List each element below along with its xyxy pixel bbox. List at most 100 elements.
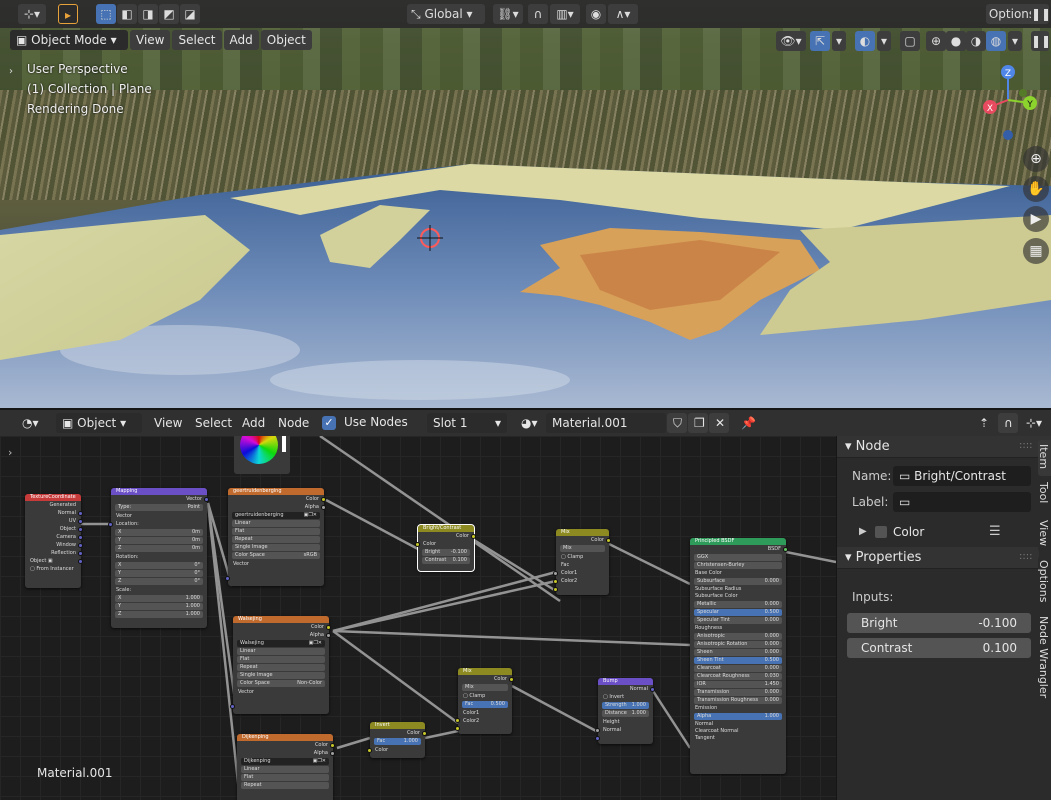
socket[interactable] bbox=[415, 542, 420, 547]
rotation-x[interactable]: X 0° bbox=[115, 562, 203, 569]
socket[interactable] bbox=[78, 527, 83, 532]
interpolation-dropdown[interactable]: Linear bbox=[237, 648, 325, 655]
properties-panel-header[interactable]: ▾ Properties bbox=[837, 547, 1039, 569]
fac-field[interactable]: Fac 1.000 bbox=[374, 738, 421, 745]
drag-handle-icon[interactable]: :::: bbox=[1019, 551, 1032, 562]
invert-checkbox[interactable]: ▢ Invert bbox=[598, 693, 653, 701]
source-dropdown[interactable]: Single Image bbox=[237, 672, 325, 679]
sidebar-toggle-icon[interactable]: ❚❚ bbox=[1031, 31, 1051, 51]
bsdf-input-row[interactable]: Clearcoat Roughness 0.030 bbox=[694, 673, 782, 680]
socket[interactable] bbox=[595, 736, 600, 741]
distance-field[interactable]: Distance 1.000 bbox=[602, 710, 649, 717]
material-shading-icon[interactable]: ◑ bbox=[966, 31, 986, 51]
mode-dropdown[interactable]: ▣ Object Mode ▾ bbox=[10, 30, 128, 50]
transform-pivot-icon[interactable]: ⊹▾ bbox=[18, 4, 46, 24]
strength-field[interactable]: Strength 1.000 bbox=[602, 702, 649, 709]
bsdf-input-row[interactable]: Base Color bbox=[690, 570, 786, 577]
bsdf-input-row[interactable]: Subsurface Radius bbox=[690, 586, 786, 593]
expand-icon[interactable]: ▶ bbox=[859, 526, 867, 537]
toolbar-expand-icon[interactable]: › bbox=[9, 66, 13, 77]
node-texture-coordinate[interactable]: TextureCoordinate Generated Normal UV Ob… bbox=[25, 494, 83, 588]
pause-icon[interactable]: ❚❚ bbox=[1031, 4, 1051, 24]
blend-type-dropdown[interactable]: Mix bbox=[462, 684, 508, 691]
overlays-dropdown-icon[interactable]: ▾ bbox=[877, 31, 891, 51]
bsdf-input-row[interactable]: Alpha 1.000 bbox=[694, 713, 782, 720]
wireframe-shading-icon[interactable]: ⊕ bbox=[926, 31, 946, 51]
bsdf-input-row[interactable]: Metallic 0.000 bbox=[694, 601, 782, 608]
bsdf-input-row[interactable]: Clearcoat Normal bbox=[690, 728, 786, 735]
pin-icon[interactable]: 📌 bbox=[735, 413, 756, 433]
bsdf-input-row[interactable]: Sheen 0.000 bbox=[694, 649, 782, 656]
node-mix-1[interactable]: Mix Color Mix ▢ Clamp Fac Color1 Color2 bbox=[553, 529, 611, 595]
zoom-icon[interactable]: ⊕ bbox=[1023, 146, 1049, 172]
visibility-icon[interactable]: 👁▾ bbox=[776, 31, 806, 51]
socket[interactable] bbox=[225, 576, 230, 581]
proportional-editing-icon[interactable]: ◉ bbox=[586, 4, 606, 24]
node-image-texture-1[interactable]: geertruidenberging Color Alpha geertruid… bbox=[225, 488, 326, 586]
use-nodes-checkbox[interactable]: ✓ bbox=[322, 416, 336, 430]
value-slider[interactable] bbox=[282, 436, 286, 452]
gizmo-toggle-icon[interactable]: ⇱ bbox=[810, 31, 830, 51]
contrast-field[interactable]: Contrast 0.100 bbox=[422, 557, 470, 564]
node-canvas[interactable]: TextureCoordinate Generated Normal UV Ob… bbox=[0, 436, 836, 800]
snap-node-icon[interactable]: ∩ bbox=[998, 413, 1018, 433]
menu-select[interactable]: Select bbox=[172, 30, 222, 50]
node-mapping[interactable]: Mapping Vector Type: Point Vector Locatio… bbox=[108, 488, 209, 628]
material-name-field[interactable]: Material.001 bbox=[546, 413, 666, 433]
socket[interactable] bbox=[422, 731, 427, 736]
contrast-slider[interactable]: Contrast 0.100 bbox=[847, 638, 1031, 658]
source-dropdown[interactable]: Single Image bbox=[232, 544, 320, 551]
menu-add[interactable]: Add bbox=[223, 30, 259, 50]
projection-dropdown[interactable]: Flat bbox=[241, 774, 329, 781]
bsdf-input-row[interactable]: Anisotropic Rotation 0.000 bbox=[694, 641, 782, 648]
rotation-z[interactable]: Z 0° bbox=[115, 578, 203, 585]
drag-handle-icon[interactable]: :::: bbox=[1019, 440, 1032, 451]
colorspace-dropdown[interactable]: Color Space sRGB bbox=[232, 552, 320, 559]
socket[interactable] bbox=[650, 687, 655, 692]
node-image-texture-3[interactable]: Dijkenping Color Alpha Dijkenping ▣❐✕ Lin… bbox=[237, 734, 335, 800]
fake-user-shield-icon[interactable]: ⛉ bbox=[667, 413, 687, 433]
tab-options[interactable]: Options bbox=[1037, 556, 1051, 608]
editor-type-icon[interactable]: ◔▾ bbox=[16, 413, 48, 433]
subsurface-method-dropdown[interactable]: Christensen-Burley bbox=[694, 562, 782, 569]
tab-view[interactable]: View bbox=[1037, 516, 1051, 552]
shader-type-dropdown[interactable]: ▣ Object ▾ bbox=[56, 413, 142, 433]
socket[interactable] bbox=[553, 579, 558, 584]
slot-dropdown[interactable]: Slot 1 ▾ bbox=[427, 413, 507, 433]
tab-node-wrangler[interactable]: Node Wrangler bbox=[1037, 612, 1051, 698]
object-field[interactable]: Object ▣ bbox=[25, 557, 81, 565]
socket[interactable] bbox=[330, 751, 335, 756]
socket[interactable] bbox=[108, 522, 113, 527]
extension-dropdown[interactable]: Repeat bbox=[241, 782, 329, 789]
node-image-texture-2[interactable]: Walsejing Color Alpha Walsejing ▣❐✕ Linea… bbox=[230, 616, 331, 714]
color-checkbox[interactable] bbox=[875, 526, 887, 538]
image-selector[interactable]: Dijkenping ▣❐✕ bbox=[241, 758, 329, 765]
socket[interactable] bbox=[509, 677, 514, 682]
overlays-icon[interactable]: ◐ bbox=[855, 31, 875, 51]
socket[interactable] bbox=[230, 704, 235, 709]
socket[interactable] bbox=[321, 505, 326, 510]
socket[interactable] bbox=[595, 728, 600, 733]
socket[interactable] bbox=[455, 718, 460, 723]
colorspace-dropdown[interactable]: Color Space Non-Color bbox=[237, 680, 325, 687]
xray-icon[interactable]: ▢ bbox=[900, 31, 920, 51]
socket[interactable] bbox=[326, 625, 331, 630]
color-picker-popup[interactable] bbox=[234, 436, 290, 474]
select-extend-icon[interactable]: ◧ bbox=[117, 4, 137, 24]
blend-type-dropdown[interactable]: Mix bbox=[560, 545, 605, 552]
snap-icon[interactable]: ∩ bbox=[528, 4, 548, 24]
socket[interactable] bbox=[321, 497, 326, 502]
socket[interactable] bbox=[204, 497, 209, 502]
navigation-gizmo[interactable]: Z Y X bbox=[978, 60, 1048, 140]
gizmo-dropdown-icon[interactable]: ▾ bbox=[832, 31, 846, 51]
socket[interactable] bbox=[78, 511, 83, 516]
duplicate-material-icon[interactable]: ❐ bbox=[688, 413, 708, 433]
scale-y[interactable]: Y 1.000 bbox=[115, 603, 203, 610]
rotation-y[interactable]: Y 0° bbox=[115, 570, 203, 577]
interpolation-dropdown[interactable]: Linear bbox=[241, 766, 329, 773]
3d-viewport[interactable]: ⊹▾ ▸ ⬚ ◧ ◨ ◩ ◪ ⤡ Global ▾ ⛓▾ ∩ ▥▾ ◉ ∧▾ O… bbox=[0, 0, 1051, 408]
image-selector[interactable]: geertruidenberging ▣❐✕ bbox=[232, 512, 320, 519]
socket[interactable] bbox=[326, 633, 331, 638]
pan-hand-icon[interactable]: ✋ bbox=[1023, 176, 1049, 202]
location-z[interactable]: Z 0m bbox=[115, 545, 203, 552]
